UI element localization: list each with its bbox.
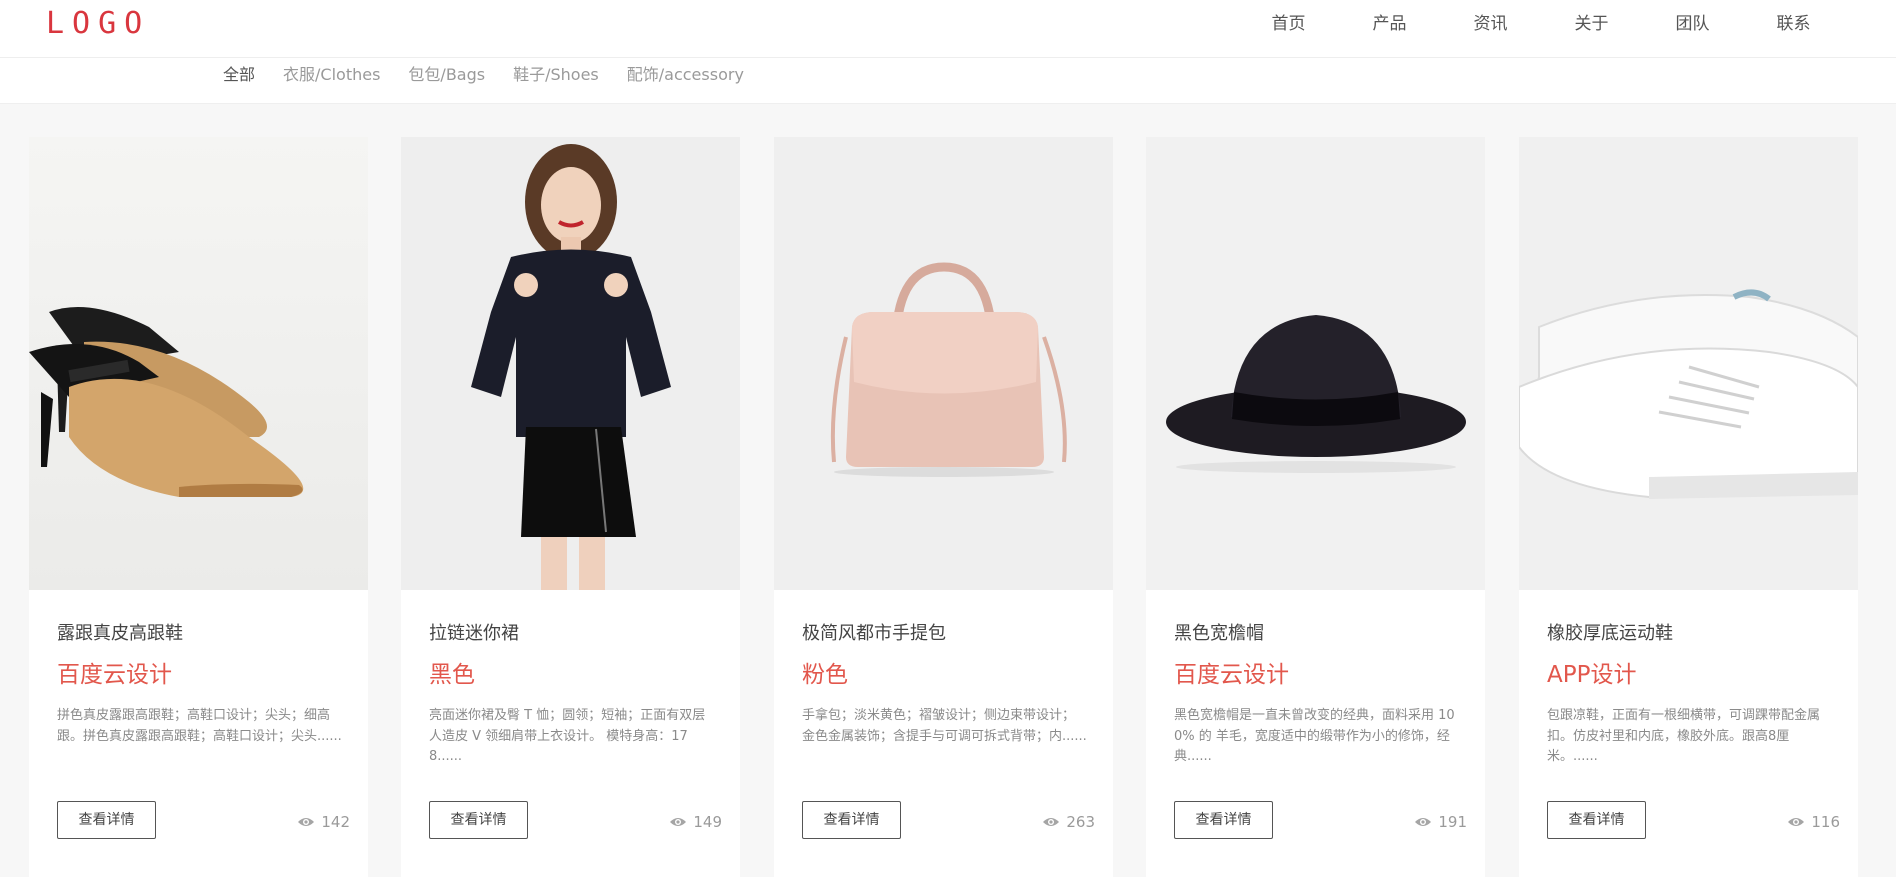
view-count-value: 142 <box>321 813 350 831</box>
logo[interactable]: LOGO <box>46 8 150 40</box>
handbag-image[interactable] <box>774 137 1113 590</box>
product-title: 黑色宽檐帽 <box>1174 623 1264 644</box>
eye-icon <box>298 818 315 826</box>
view-count: 263 <box>1042 813 1095 831</box>
product-card[interactable]: 露跟真皮高跟鞋 百度云设计 拼色真皮露跟高跟鞋；高鞋口设计；尖头；细高跟。拼色真… <box>29 137 368 877</box>
view-count: 116 <box>1787 813 1840 831</box>
main-nav: 首页 产品 资讯 关于 团队 联系 <box>1238 12 1844 36</box>
view-count-value: 191 <box>1438 813 1467 831</box>
view-details-button[interactable]: 查看详情 <box>429 801 528 839</box>
eye-icon <box>1043 818 1060 826</box>
view-details-button[interactable]: 查看详情 <box>1547 801 1646 839</box>
product-card[interactable]: 黑色宽檐帽 百度云设计 黑色宽檐帽是一直未曾改变的经典，面料采用 100% 的 … <box>1146 137 1485 877</box>
view-count-value: 116 <box>1811 813 1840 831</box>
model-skirt-image[interactable] <box>401 137 740 590</box>
product-subtitle: 百度云设计 <box>1174 662 1289 688</box>
nav-item-about[interactable]: 关于 <box>1541 12 1642 36</box>
filter-bags[interactable]: 包包/Bags <box>408 64 485 86</box>
view-count-value: 149 <box>693 813 722 831</box>
view-details-button[interactable]: 查看详情 <box>57 801 156 839</box>
product-subtitle: 黑色 <box>429 662 475 688</box>
nav-item-products[interactable]: 产品 <box>1339 12 1440 36</box>
product-title: 橡胶厚底运动鞋 <box>1547 623 1673 644</box>
view-details-button[interactable]: 查看详情 <box>802 801 901 839</box>
product-title: 拉链迷你裙 <box>429 623 519 644</box>
eye-icon <box>1415 818 1432 826</box>
view-count: 191 <box>1414 813 1467 831</box>
nav-item-news[interactable]: 资讯 <box>1440 12 1541 36</box>
heels-image[interactable] <box>29 137 368 590</box>
sneakers-image[interactable] <box>1519 137 1858 590</box>
product-description: 手拿包；淡米黄色；褶皱设计；侧边束带设计；金色金属装饰；含提手与可调可拆式背带；… <box>802 708 1087 744</box>
product-card[interactable]: 橡胶厚底运动鞋 APP设计 包跟凉鞋，正面有一根细横带，可调踝带配金属扣。仿皮衬… <box>1519 137 1858 877</box>
category-filters: 全部 衣服/Clothes 包包/Bags 鞋子/Shoes 配饰/access… <box>223 64 744 86</box>
view-count: 142 <box>297 813 350 831</box>
view-count-value: 263 <box>1066 813 1095 831</box>
product-subtitle: 粉色 <box>802 662 848 688</box>
view-details-button[interactable]: 查看详情 <box>1174 801 1273 839</box>
product-description: 亮面迷你裙及臀 T 恤；圆领；短袖；正面有双层人造皮 V 领细肩带上衣设计。 模… <box>429 708 706 764</box>
filter-clothes[interactable]: 衣服/Clothes <box>283 64 380 86</box>
product-card[interactable]: 极简风都市手提包 粉色 手拿包；淡米黄色；褶皱设计；侧边束带设计；金色金属装饰；… <box>774 137 1113 877</box>
filter-all[interactable]: 全部 <box>223 64 255 86</box>
product-title: 露跟真皮高跟鞋 <box>57 623 183 644</box>
top-header: LOGO 首页 产品 资讯 关于 团队 联系 <box>0 0 1896 58</box>
nav-item-home[interactable]: 首页 <box>1238 12 1339 36</box>
hat-image[interactable] <box>1146 137 1485 590</box>
product-description: 包跟凉鞋，正面有一根细横带，可调踝带配金属扣。仿皮衬里和内底，橡胶外底。跟高8厘… <box>1547 708 1821 764</box>
product-subtitle: APP设计 <box>1547 662 1637 688</box>
product-card[interactable]: 拉链迷你裙 黑色 亮面迷你裙及臀 T 恤；圆领；短袖；正面有双层人造皮 V 领细… <box>401 137 740 877</box>
nav-item-contact[interactable]: 联系 <box>1743 12 1844 36</box>
category-filter-bar: 全部 衣服/Clothes 包包/Bags 鞋子/Shoes 配饰/access… <box>0 58 1896 104</box>
nav-item-team[interactable]: 团队 <box>1642 12 1743 36</box>
view-count: 149 <box>669 813 722 831</box>
product-title: 极简风都市手提包 <box>802 623 946 644</box>
product-description: 黑色宽檐帽是一直未曾改变的经典，面料采用 100% 的 羊毛，宽度适中的缎带作为… <box>1174 708 1455 764</box>
product-description: 拼色真皮露跟高跟鞋；高鞋口设计；尖头；细高跟。拼色真皮露跟高跟鞋；高鞋口设计；尖… <box>57 708 342 744</box>
filter-accessory[interactable]: 配饰/accessory <box>627 64 744 86</box>
filter-shoes[interactable]: 鞋子/Shoes <box>513 64 599 86</box>
eye-icon <box>1788 818 1805 826</box>
product-subtitle: 百度云设计 <box>57 662 172 688</box>
eye-icon <box>670 818 687 826</box>
